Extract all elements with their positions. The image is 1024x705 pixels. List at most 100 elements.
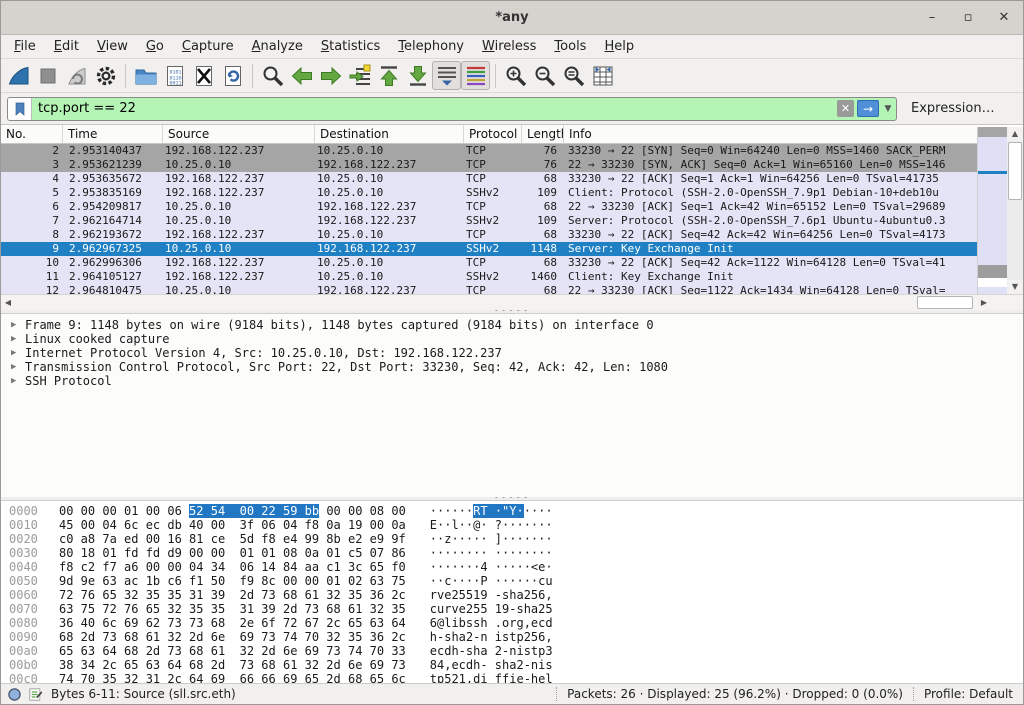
scroll-left-arrow-icon[interactable]: ◀ bbox=[1, 295, 15, 310]
expander-triangle-icon[interactable]: ▶ bbox=[11, 360, 16, 374]
go-back-button[interactable] bbox=[287, 61, 316, 90]
expander-triangle-icon[interactable]: ▶ bbox=[11, 332, 16, 346]
expander-triangle-icon[interactable]: ▶ bbox=[11, 318, 16, 332]
hex-row-0040[interactable]: 0040f8 c2 f7 a6 00 00 04 34 06 14 84 aa … bbox=[9, 560, 1023, 574]
cell-info: 33230 → 22 [ACK] Seq=1 Ack=1 Win=64256 L… bbox=[564, 172, 979, 186]
column-header-info[interactable]: Info bbox=[564, 125, 979, 143]
menu-go[interactable]: Go bbox=[137, 36, 173, 57]
go-first-button[interactable] bbox=[374, 61, 403, 90]
hex-row-0050[interactable]: 00509d 9e 63 ac 1b c6 f1 50 f9 8c 00 00 … bbox=[9, 574, 1023, 588]
cell-dst: 192.168.122.237 bbox=[315, 242, 464, 256]
scroll-up-arrow-icon[interactable]: ▲ bbox=[1007, 127, 1023, 141]
menu-edit[interactable]: Edit bbox=[45, 36, 88, 57]
close-file-button[interactable] bbox=[189, 61, 218, 90]
menu-capture[interactable]: Capture bbox=[173, 36, 243, 57]
hex-row-0000[interactable]: 000000 00 00 01 00 06 52 54 00 22 59 bb … bbox=[9, 504, 1023, 518]
stop-capture-button[interactable] bbox=[33, 61, 62, 90]
maximize-button[interactable]: ▫ bbox=[957, 7, 979, 29]
zoom-out-button[interactable] bbox=[530, 61, 559, 90]
detail-tree-row[interactable]: ▶Frame 9: 1148 bytes on wire (9184 bits)… bbox=[1, 318, 1023, 332]
zoom-original-button[interactable] bbox=[559, 61, 588, 90]
start-capture-button[interactable] bbox=[4, 61, 33, 90]
packet-list-horizontal-scrollbar[interactable]: ◀ ▶ bbox=[1, 294, 991, 310]
detail-tree-row[interactable]: ▶SSH Protocol bbox=[1, 374, 1023, 388]
resize-columns-button[interactable] bbox=[588, 61, 617, 90]
detail-tree-row[interactable]: ▶Linux cooked capture bbox=[1, 332, 1023, 346]
display-filter-input[interactable]: tcp.port == 22 bbox=[32, 101, 837, 116]
reload-file-button[interactable] bbox=[218, 61, 247, 90]
filter-apply-button[interactable]: → bbox=[857, 100, 879, 117]
auto-scroll-button[interactable] bbox=[432, 61, 461, 90]
add-filter-button[interactable]: + bbox=[1019, 100, 1024, 118]
expert-info-icon[interactable] bbox=[7, 687, 22, 702]
menu-file[interactable]: File bbox=[5, 36, 45, 57]
hex-row-00a0[interactable]: 00a065 63 64 68 2d 73 68 61 32 2d 6e 69 … bbox=[9, 644, 1023, 658]
titlebar[interactable]: *any – ▫ ✕ bbox=[1, 1, 1023, 35]
menu-statistics[interactable]: Statistics bbox=[312, 36, 389, 57]
go-to-packet-button[interactable] bbox=[345, 61, 374, 90]
packet-list-vertical-scrollbar[interactable]: ▲ ▼ bbox=[1007, 127, 1023, 294]
restart-capture-button[interactable] bbox=[62, 61, 91, 90]
menu-tools[interactable]: Tools bbox=[545, 36, 595, 57]
go-last-button[interactable] bbox=[403, 61, 432, 90]
detail-tree-row[interactable]: ▶Internet Protocol Version 4, Src: 10.25… bbox=[1, 346, 1023, 360]
expression-button[interactable]: Expression… bbox=[911, 101, 995, 116]
cell-info: 22 → 33230 [ACK] Seq=1 Ack=42 Win=65152 … bbox=[564, 200, 979, 214]
packet-list-minimap[interactable] bbox=[977, 127, 1007, 294]
go-forward-button[interactable] bbox=[316, 61, 345, 90]
capture-comment-icon[interactable] bbox=[28, 687, 43, 702]
menu-help[interactable]: Help bbox=[595, 36, 643, 57]
scroll-down-arrow-icon[interactable]: ▼ bbox=[1007, 280, 1023, 294]
hex-row-0030[interactable]: 003080 18 01 fd fd d9 00 00 01 01 08 0a … bbox=[9, 546, 1023, 560]
packet-row-5[interactable]: 52.953835169192.168.122.23710.25.0.10SSH… bbox=[1, 186, 979, 200]
hex-row-0070[interactable]: 007063 75 72 76 65 32 35 35 31 39 2d 73 … bbox=[9, 602, 1023, 616]
close-button[interactable]: ✕ bbox=[993, 7, 1015, 29]
packet-row-4[interactable]: 42.953635672192.168.122.23710.25.0.10TCP… bbox=[1, 172, 979, 186]
column-header-protocol[interactable]: Protocol bbox=[464, 125, 522, 143]
expander-triangle-icon[interactable]: ▶ bbox=[11, 346, 16, 360]
horizontal-scroll-thumb[interactable] bbox=[917, 296, 973, 309]
packet-row-7[interactable]: 72.96216471410.25.0.10192.168.122.237SSH… bbox=[1, 214, 979, 228]
hex-row-00b0[interactable]: 00b038 34 2c 65 63 64 68 2d 73 68 61 32 … bbox=[9, 658, 1023, 672]
packet-row-8[interactable]: 82.962193672192.168.122.23710.25.0.10TCP… bbox=[1, 228, 979, 242]
filter-clear-button[interactable]: ✕ bbox=[837, 100, 854, 117]
zoom-in-button[interactable] bbox=[501, 61, 530, 90]
hex-row-0060[interactable]: 006072 76 65 32 35 35 31 39 2d 73 68 61 … bbox=[9, 588, 1023, 602]
window-title: *any bbox=[495, 10, 528, 25]
detail-tree-row[interactable]: ▶Transmission Control Protocol, Src Port… bbox=[1, 360, 1023, 374]
column-header-no[interactable]: No. bbox=[1, 125, 63, 143]
column-header-time[interactable]: Time bbox=[63, 125, 163, 143]
status-profile[interactable]: Profile: Default bbox=[924, 687, 1023, 701]
minimize-button[interactable]: – bbox=[921, 7, 943, 29]
display-filter-field[interactable]: tcp.port == 22 ✕ → ▼ bbox=[7, 97, 897, 121]
menu-analyze[interactable]: Analyze bbox=[243, 36, 312, 57]
menu-telephony[interactable]: Telephony bbox=[389, 36, 473, 57]
hex-row-0010[interactable]: 001045 00 04 6c ec db 40 00 3f 06 04 f8 … bbox=[9, 518, 1023, 532]
column-header-source[interactable]: Source bbox=[163, 125, 315, 143]
packet-row-11[interactable]: 112.964105127192.168.122.23710.25.0.10SS… bbox=[1, 270, 979, 284]
filter-history-dropdown-icon[interactable]: ▼ bbox=[882, 104, 894, 114]
vertical-scroll-thumb[interactable] bbox=[1008, 142, 1022, 200]
save-file-button[interactable]: 010101100011 bbox=[160, 61, 189, 90]
packet-row-9[interactable]: 92.96296732510.25.0.10192.168.122.237SSH… bbox=[1, 242, 979, 256]
capture-options-button[interactable] bbox=[91, 61, 120, 90]
hex-row-0090[interactable]: 009068 2d 73 68 61 32 2d 6e 69 73 74 70 … bbox=[9, 630, 1023, 644]
open-file-button[interactable] bbox=[131, 61, 160, 90]
packet-row-12[interactable]: 122.96481047510.25.0.10192.168.122.237TC… bbox=[1, 284, 979, 294]
hex-row-0020[interactable]: 0020c0 a8 7a ed 00 16 81 ce 5d f8 e4 99 … bbox=[9, 532, 1023, 546]
column-header-destination[interactable]: Destination bbox=[315, 125, 464, 143]
filter-bookmark-button[interactable] bbox=[8, 98, 32, 120]
packet-row-2[interactable]: 22.953140437192.168.122.23710.25.0.10TCP… bbox=[1, 144, 979, 158]
column-header-length[interactable]: Length bbox=[522, 125, 564, 143]
packet-row-10[interactable]: 102.962996306192.168.122.23710.25.0.10TC… bbox=[1, 256, 979, 270]
menu-view[interactable]: View bbox=[88, 36, 137, 57]
menu-wireless[interactable]: Wireless bbox=[473, 36, 545, 57]
find-packet-button[interactable] bbox=[258, 61, 287, 90]
hex-offset: 00a0 bbox=[9, 644, 45, 658]
packet-row-6[interactable]: 62.95420981710.25.0.10192.168.122.237TCP… bbox=[1, 200, 979, 214]
hex-bytes: 72 76 65 32 35 35 31 39 2d 73 68 61 32 3… bbox=[59, 588, 406, 602]
colorize-button[interactable] bbox=[461, 61, 490, 90]
hex-row-0080[interactable]: 008036 40 6c 69 62 73 73 68 2e 6f 72 67 … bbox=[9, 616, 1023, 630]
expander-triangle-icon[interactable]: ▶ bbox=[11, 374, 16, 388]
packet-row-3[interactable]: 32.95362123910.25.0.10192.168.122.237TCP… bbox=[1, 158, 979, 172]
